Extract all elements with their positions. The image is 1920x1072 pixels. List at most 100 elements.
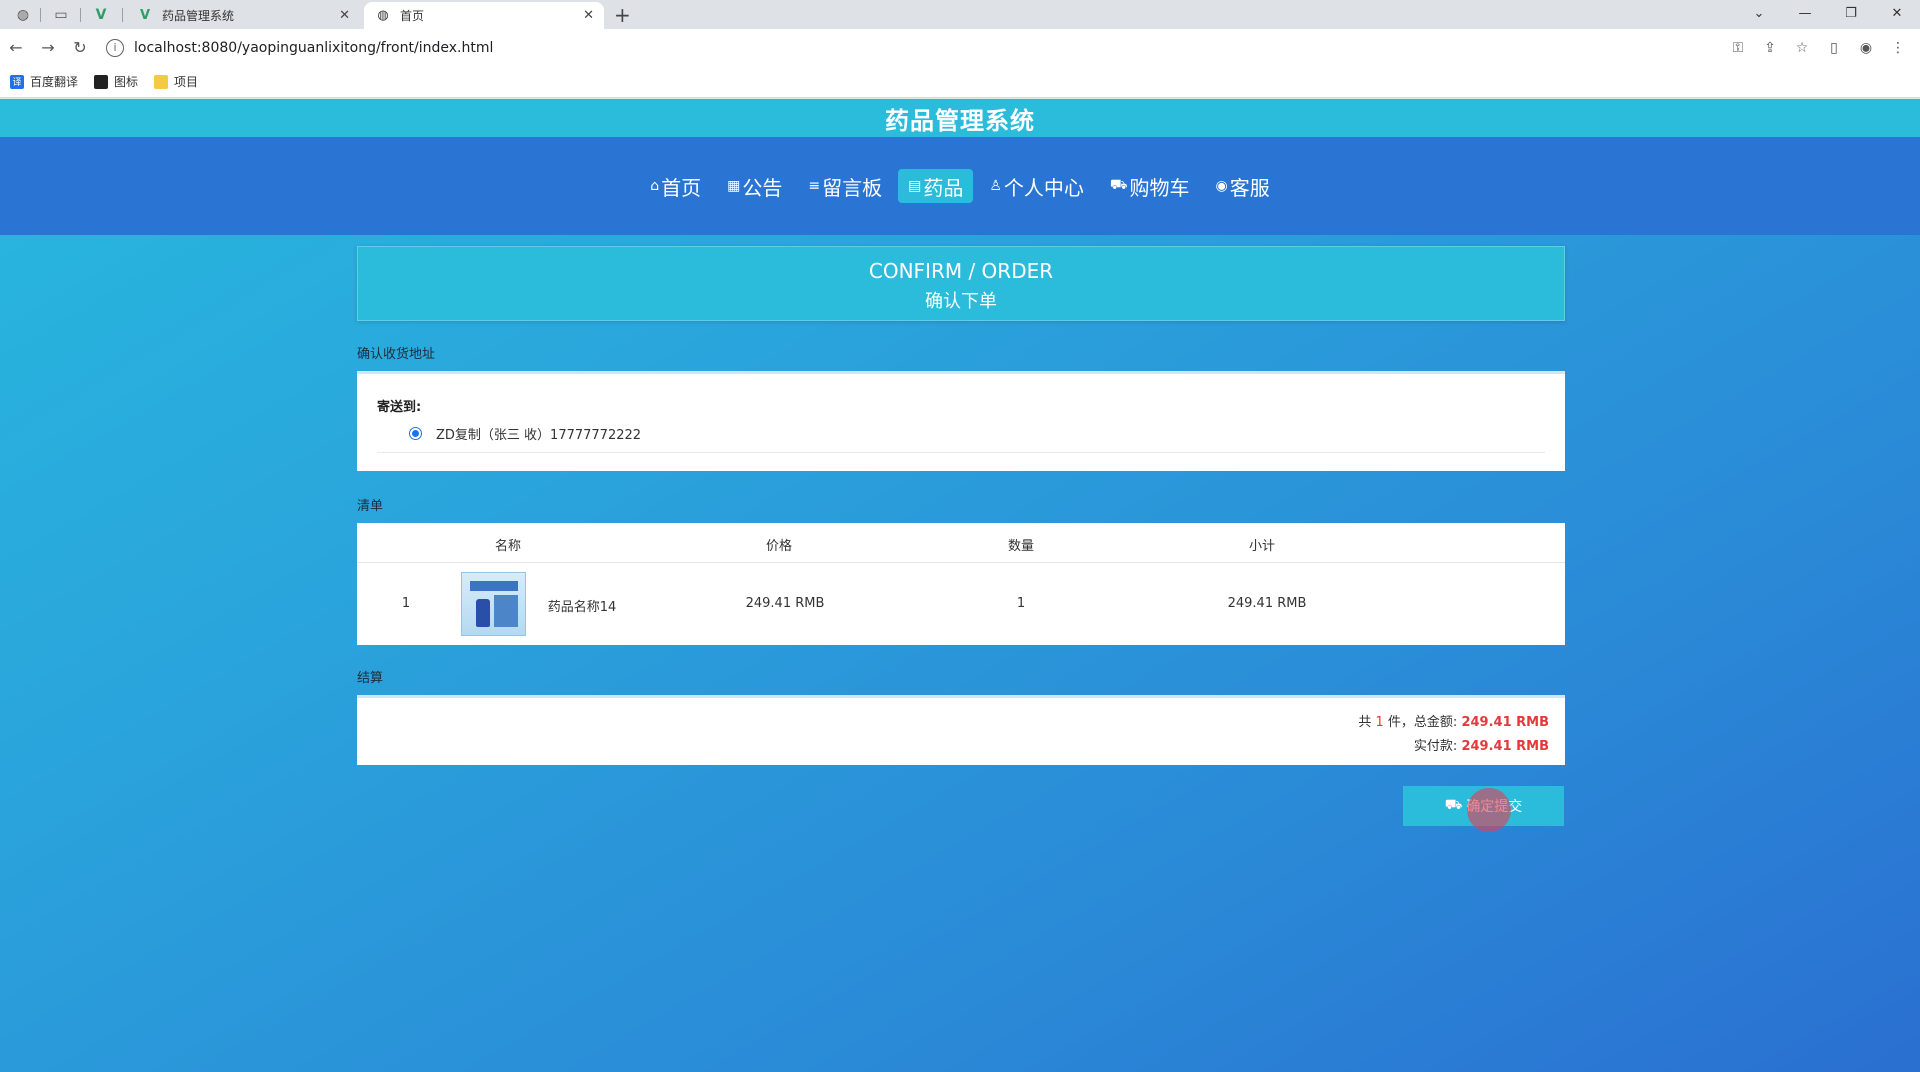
translate-icon: 译 xyxy=(10,74,24,89)
tab-title: 首页 xyxy=(400,9,425,23)
toolbar-actions: ⚿ ⇪ ☆ ▯ ◉ ⋮ xyxy=(1722,40,1914,56)
tab-close-icon[interactable]: ✕ xyxy=(339,8,350,23)
nav-label: 公告 xyxy=(742,175,783,200)
home-icon: ⌂ xyxy=(650,178,660,194)
product-quantity: 1 xyxy=(1016,596,1026,611)
reload-icon[interactable]: ↻ xyxy=(64,38,96,57)
site-header: 药品管理系统 xyxy=(0,99,1920,137)
nav-item-personal-center[interactable]: ♙ 个人中心 xyxy=(979,169,1094,203)
table-row: 1 药品名称14 249.41 RMB 1 249.41 RMB xyxy=(357,564,1565,645)
product-thumbnail xyxy=(461,572,526,636)
nav-label: 药品 xyxy=(923,175,964,200)
product-name: 药品名称14 xyxy=(547,600,617,615)
side-panel-icon[interactable]: ▯ xyxy=(1818,40,1850,56)
browser-tab-active[interactable]: ◍ 首页 ✕ xyxy=(364,2,604,29)
pinned-tab-globe-icon[interactable]: ◍ xyxy=(8,4,38,26)
window-controls: ⌄ — ❐ ✕ xyxy=(1736,2,1920,24)
submit-order-button[interactable]: ⛟ 确定提交 xyxy=(1403,786,1564,826)
product-subtotal: 249.41 RMB xyxy=(1227,596,1307,611)
address-panel: 寄送到: ZD复制（张三 收）17777772222 xyxy=(357,371,1565,471)
item-count: 1 xyxy=(1375,715,1384,730)
nav-item-message-board[interactable]: ≡ 留言板 xyxy=(798,169,892,203)
total-line: 共 1 件，总金额: 249.41 RMB xyxy=(1358,711,1549,730)
tab-search-icon[interactable]: ⌄ xyxy=(1736,2,1782,24)
thumbnail-bottle-graphic xyxy=(476,599,490,627)
browser-toolbar: ← → ↻ i localhost:8080/yaopinguanlixiton… xyxy=(0,29,1920,66)
bookmarks-bar: 译 百度翻译 图标 项目 xyxy=(0,66,1920,98)
nav-label: 留言板 xyxy=(822,175,883,200)
site-info-icon[interactable]: i xyxy=(106,38,124,57)
column-header-price: 价格 xyxy=(765,539,793,554)
menu-icon[interactable]: ⋮ xyxy=(1882,40,1914,56)
order-items-table: 名称 价格 数量 小计 1 药品名称14 249.41 RMB 1 249.41… xyxy=(357,523,1565,645)
address-option[interactable]: ZD复制（张三 收）17777772222 xyxy=(409,424,641,443)
minimize-icon[interactable]: — xyxy=(1782,2,1828,24)
nav-item-home[interactable]: ⌂ 首页 xyxy=(640,169,711,203)
nav-item-customer-service[interactable]: ◉ 客服 xyxy=(1206,169,1280,203)
count-prefix: 共 xyxy=(1358,715,1372,730)
address-section-label: 确认收货地址 xyxy=(357,347,436,362)
paid-label: 实付款: xyxy=(1413,739,1458,754)
share-icon[interactable]: ⇪ xyxy=(1754,40,1786,56)
browser-tab-inactive[interactable]: V 药品管理系统 ✕ xyxy=(126,2,360,29)
restore-icon[interactable]: ❐ xyxy=(1828,2,1874,24)
new-tab-icon[interactable]: + xyxy=(614,3,631,27)
total-amount: 249.41 RMB xyxy=(1461,715,1549,730)
tab-separator xyxy=(122,8,123,22)
nav-item-cart[interactable]: ⛟ 购物车 xyxy=(1100,169,1200,203)
nav-label: 客服 xyxy=(1229,175,1270,200)
bookmark-baidu-translate[interactable]: 译 百度翻译 xyxy=(10,73,78,90)
settlement-panel: 共 1 件，总金额: 249.41 RMB 实付款: 249.41 RMB xyxy=(357,695,1565,765)
tab-title: 药品管理系统 xyxy=(162,9,235,23)
folder-icon xyxy=(154,74,169,89)
bookmark-label: 百度翻译 xyxy=(30,75,79,89)
pinned-tab-vue-icon[interactable]: V xyxy=(86,4,116,26)
product-price: 249.41 RMB xyxy=(745,596,825,611)
page-content: 药品管理系统 ⌂ 首页 ▦ 公告 ≡ 留言板 ▤ 药品 ♙ 个人中心 ⛟ 购物车… xyxy=(0,99,1920,1072)
nav-item-medicine[interactable]: ▤ 药品 xyxy=(898,169,974,203)
order-heading-zh: 确认下单 xyxy=(925,291,997,312)
tab-close-icon[interactable]: ✕ xyxy=(583,8,594,23)
thumbnail-box-graphic xyxy=(494,595,518,627)
customer-service-icon: ◉ xyxy=(1215,178,1228,194)
paid-amount: 249.41 RMB xyxy=(1461,739,1549,754)
main-nav: ⌂ 首页 ▦ 公告 ≡ 留言板 ▤ 药品 ♙ 个人中心 ⛟ 购物车 ◉ 客服 xyxy=(0,137,1920,235)
nav-item-notice[interactable]: ▦ 公告 xyxy=(717,169,792,203)
bookmark-label: 图标 xyxy=(114,75,139,89)
back-icon[interactable]: ← xyxy=(0,38,32,57)
site-title: 药品管理系统 xyxy=(885,106,1035,135)
vue-favicon-icon: V xyxy=(139,8,151,23)
bookmark-star-icon[interactable]: ☆ xyxy=(1786,40,1818,56)
window-close-icon[interactable]: ✕ xyxy=(1874,2,1920,24)
pinned-tab-blank-icon[interactable]: ▭ xyxy=(46,4,76,26)
table-header: 名称 价格 数量 小计 xyxy=(357,523,1565,563)
notice-icon: ▦ xyxy=(727,178,741,194)
forward-icon[interactable]: → xyxy=(32,38,64,57)
cart-icon: ⛟ xyxy=(1109,177,1128,193)
address-radio[interactable] xyxy=(409,427,422,440)
order-heading-en: CONFIRM / ORDER xyxy=(868,259,1054,283)
bookmark-project-folder[interactable]: 项目 xyxy=(154,73,198,90)
cart-icon: ⛟ xyxy=(1444,797,1463,813)
user-icon: ♙ xyxy=(989,178,1002,194)
nav-label: 个人中心 xyxy=(1003,175,1084,200)
column-header-subtotal: 小计 xyxy=(1248,539,1276,554)
list-section-label: 清单 xyxy=(357,499,384,514)
key-icon[interactable]: ⚿ xyxy=(1722,40,1754,56)
column-header-name: 名称 xyxy=(494,539,522,554)
address-text: ZD复制（张三 收）17777772222 xyxy=(436,428,642,443)
icon-site-icon xyxy=(94,74,109,89)
count-suffix: 件，总金额: xyxy=(1387,715,1458,730)
address-bar[interactable]: i localhost:8080/yaopinguanlixitong/fron… xyxy=(106,34,1722,62)
order-heading: CONFIRM / ORDER 确认下单 xyxy=(357,246,1565,321)
browser-tabstrip: ◍ ▭ V V 药品管理系统 ✕ ◍ 首页 ✕ + ⌄ — ❐ ✕ xyxy=(0,0,1920,29)
column-header-quantity: 数量 xyxy=(1007,539,1035,554)
medicine-icon: ▤ xyxy=(908,178,922,194)
paid-line: 实付款: 249.41 RMB xyxy=(1414,735,1549,754)
message-board-icon: ≡ xyxy=(808,178,821,194)
settle-section-label: 结算 xyxy=(357,671,384,686)
nav-label: 首页 xyxy=(661,175,702,200)
bookmark-icons[interactable]: 图标 xyxy=(94,73,138,90)
profile-icon[interactable]: ◉ xyxy=(1850,40,1882,56)
tab-separator xyxy=(40,8,41,22)
